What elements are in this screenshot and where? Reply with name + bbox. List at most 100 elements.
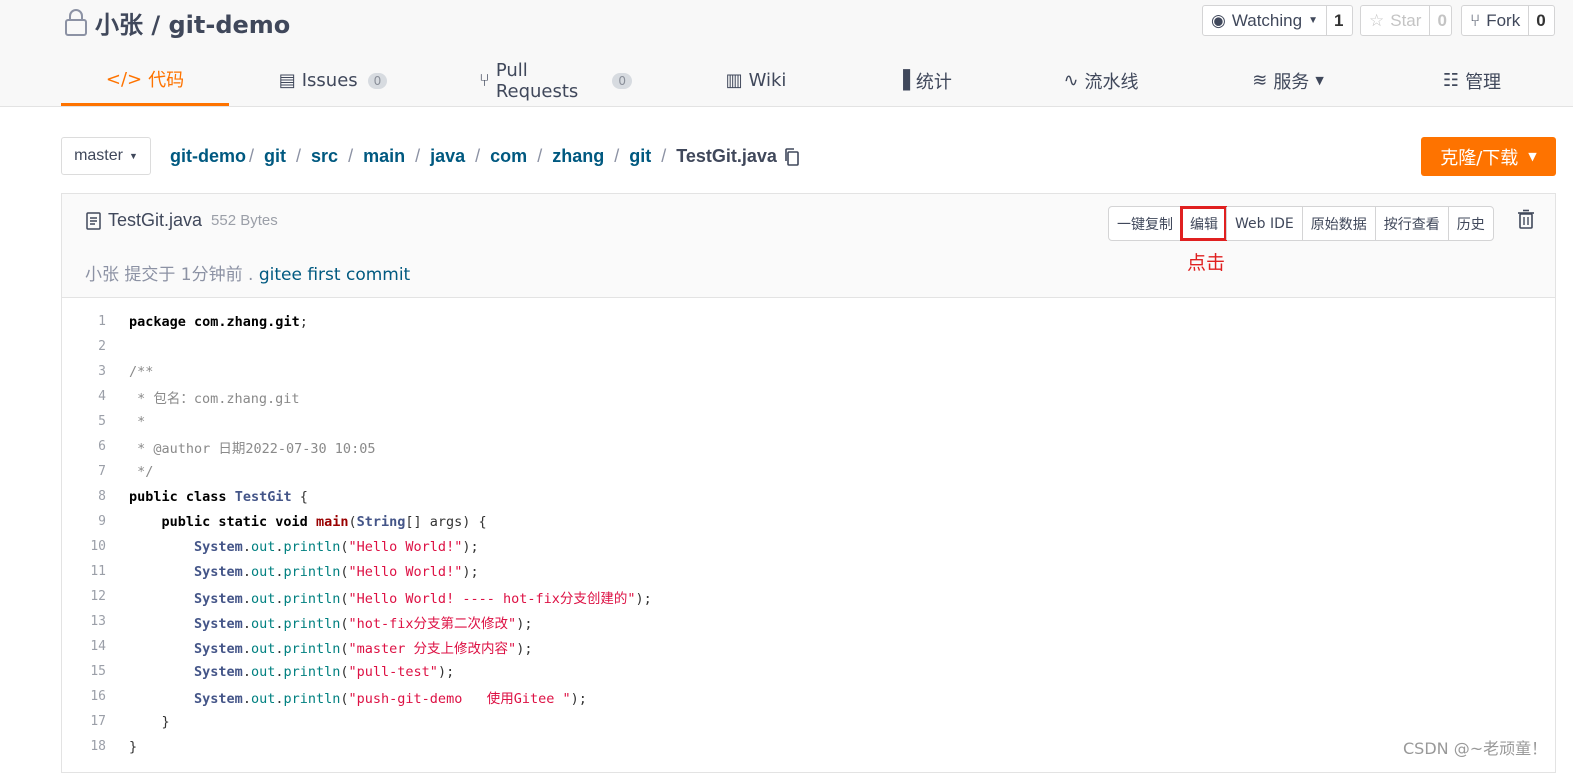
commit-message-link[interactable]: gitee first commit [259,265,410,285]
breadcrumb-item[interactable]: com [490,146,527,167]
line-number[interactable]: 6 [62,439,106,454]
fork-button[interactable]: ⑂ Fork 0 [1461,5,1555,36]
code-text: System.out.println("Hello World!"); [194,538,479,555]
line-number[interactable]: 10 [62,539,106,554]
code-text: package com.zhang.git; [129,313,308,330]
line-number[interactable]: 17 [62,714,106,729]
breadcrumb-item[interactable]: git-demo [170,146,246,167]
tab-wiki[interactable]: ▥ Wiki [726,55,787,106]
line-number[interactable]: 13 [62,614,106,629]
line-number[interactable]: 7 [62,464,106,479]
line-number[interactable]: 5 [62,414,106,429]
repo-title[interactable]: 小张 / git-demo [95,5,290,40]
copy-all-button[interactable]: 一键复制 [1109,207,1181,240]
watch-button[interactable]: ◉ Watching ▼ 1 [1202,5,1353,36]
code-token: String [356,513,406,530]
line-number[interactable]: 11 [62,564,106,579]
file-text-icon [86,211,101,230]
code-token: out [250,690,276,707]
line-number[interactable]: 3 [62,364,106,379]
tab-label: 服务 [1273,71,1310,93]
code-line: 18} [62,734,137,759]
commit-time: 提交于 1分钟前 . [119,265,259,285]
breadcrumb-current-file: TestGit.java [676,146,777,166]
tab-pull-requests[interactable]: ⑂ Pull Requests 0 [479,55,632,106]
code-comment: * 包名：com.zhang.git [129,390,300,407]
line-number[interactable]: 12 [62,589,106,604]
code-line: 4 * 包名：com.zhang.git [62,384,299,409]
code-comment: */ [129,463,154,480]
code-token: out [250,615,276,632]
line-number[interactable]: 4 [62,389,106,404]
breadcrumb-item[interactable]: src [311,146,338,167]
tab-manage[interactable]: ☷ 管理 [1441,55,1503,106]
pull-request-icon: ⑂ [479,70,490,91]
tab-label: 统计 [915,71,952,93]
code-token: package [129,313,186,330]
tab-code[interactable]: </> 代码 [61,55,229,106]
history-button[interactable]: 历史 [1447,207,1493,240]
breadcrumb-item[interactable]: main [363,146,405,167]
code-line: 11 System.out.println("Hello World!"); [62,559,478,584]
code-token: System [194,615,243,632]
tab-services[interactable]: ≋ 服务 ▼ [1247,55,1329,106]
blame-button[interactable]: 按行查看 [1374,207,1448,240]
code-string: "push-git-demo 使用Gitee " [348,690,571,707]
star-count[interactable]: 0 [1429,6,1453,35]
branch-name: master [74,147,123,164]
tab-pipeline[interactable]: ∿ 流水线 [1061,55,1141,106]
star-button[interactable]: ☆ Star 0 [1360,5,1452,36]
line-number[interactable]: 15 [62,664,106,679]
line-number[interactable]: 18 [62,739,106,754]
tab-stats[interactable]: ▐ 统计 [894,55,954,106]
trash-icon[interactable] [1517,209,1535,229]
line-number[interactable]: 16 [62,689,106,704]
code-line: 14 System.out.println("master 分支上修改内容"); [62,634,532,659]
breadcrumb-item[interactable]: java [430,146,465,167]
fork-count[interactable]: 0 [1528,6,1552,35]
code-icon: </> [105,68,143,90]
file-header: TestGit.java 552 Bytes 小张 提交于 1分钟前 . git… [62,194,1555,298]
code-token: System [194,590,243,607]
code-token: System [194,563,243,580]
star-icon: ☆ [1369,10,1385,30]
tab-issues[interactable]: ▤ Issues 0 [279,55,388,106]
breadcrumb-item[interactable]: git [264,146,286,167]
code-string: "Hello World!" [348,563,463,580]
code-token: [] args) { [405,513,487,530]
line-number[interactable]: 14 [62,639,106,654]
code-line: 1 package com.zhang.git; [62,309,308,334]
commit-author[interactable]: 小张 [85,265,119,285]
line-number[interactable]: 9 [62,514,106,529]
branch-select[interactable]: master ▼ [61,137,151,175]
code-text: System.out.println("Hello World! ---- ho… [194,590,652,607]
code-string: "pull-test" [348,663,438,680]
file-size: 552 Bytes [211,212,278,229]
code-token: public static void [161,513,308,530]
line-number[interactable]: 1 [62,314,106,329]
code-text: System.out.println("hot-fix分支第二次修改"); [194,615,533,632]
copy-icon[interactable] [784,147,800,166]
code-token: out [250,663,276,680]
breadcrumb-item[interactable]: git [629,146,651,167]
breadcrumb-item[interactable]: zhang [552,146,604,167]
web-ide-button[interactable]: Web IDE [1226,207,1302,240]
tab-label: 管理 [1465,71,1502,93]
code-token: println [283,563,341,580]
clone-download-button[interactable]: 克隆/下载 ▼ [1421,137,1556,176]
breadcrumb-separator: / [475,146,481,166]
watch-count[interactable]: 1 [1325,6,1350,35]
breadcrumb-separator: / [415,146,421,166]
caret-down-icon: ▼ [1528,150,1537,163]
line-number[interactable]: 2 [62,339,106,354]
star-label: Star [1390,10,1422,30]
code-token: System [194,690,243,707]
tab-label: Wiki [748,70,787,91]
code-comment: * @author 日期2022-07-30 10:05 [129,440,376,457]
code-line: 10 System.out.println("Hello World!"); [62,534,478,559]
raw-button[interactable]: 原始数据 [1301,207,1375,240]
code-text: System.out.println("pull-test"); [194,663,455,680]
line-number[interactable]: 8 [62,489,106,504]
watch-label: Watching [1231,10,1303,30]
edit-button[interactable]: 编辑 [1180,206,1227,241]
